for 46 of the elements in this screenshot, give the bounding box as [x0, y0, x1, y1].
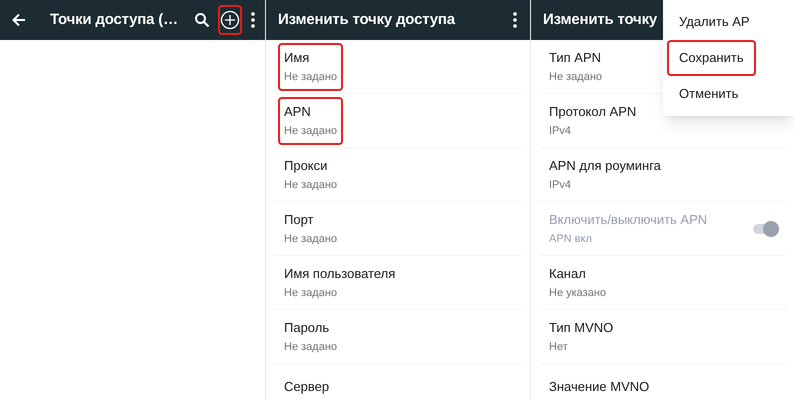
setting-item[interactable]: Имя пользователя Не задано	[278, 258, 402, 306]
setting-title: APN	[284, 102, 312, 120]
setting-title: Пароль	[284, 318, 330, 337]
setting-title: Имя пользователя	[284, 264, 396, 282]
setting-value: Не задано	[549, 70, 602, 85]
toolbar-title: Изменить точку доступа	[278, 10, 455, 30]
setting-value: IPv4	[549, 124, 572, 139]
setting-value: APN вкл	[549, 232, 593, 247]
setting-value: Не задано	[284, 340, 338, 355]
setting-value: Не задано	[284, 124, 338, 139]
setting-item[interactable]: Порт Не задано	[278, 204, 344, 252]
add-icon[interactable]	[218, 5, 242, 35]
setting-value: Нет	[549, 340, 569, 355]
setting-title: Значение MVNO	[549, 378, 650, 396]
setting-value: Не задано	[284, 286, 338, 301]
setting-title: APN для роуминга	[549, 156, 661, 175]
setting-value: Не задано	[284, 178, 338, 193]
setting-value: Не указано	[549, 286, 606, 301]
menu-item[interactable]: Сохранить	[667, 40, 756, 76]
setting-item[interactable]: Тип APN Не задано	[543, 42, 608, 90]
setting-item[interactable]: Протокол APN IPv4	[543, 96, 642, 144]
setting-title: Порт	[284, 210, 314, 229]
setting-title: Протокол APN	[549, 102, 636, 121]
setting-title: Сервер	[284, 378, 330, 396]
setting-title: Прокси	[284, 156, 328, 175]
setting-item[interactable]: Пароль Не задано	[278, 312, 344, 360]
setting-item[interactable]: Сервер	[278, 372, 336, 400]
setting-item[interactable]: Тип MVNO Нет	[543, 312, 620, 360]
setting-value: IPv4	[549, 178, 572, 193]
toolbar-title: Точки доступа (…	[50, 10, 178, 30]
setting-item[interactable]: Значение MVNO	[543, 372, 656, 400]
setting-item[interactable]: Канал Не указано	[543, 258, 612, 306]
setting-title: Имя	[284, 48, 310, 66]
setting-title: Включить/выключить APN	[549, 210, 708, 228]
setting-item[interactable]: Прокси Не задано	[278, 150, 344, 198]
setting-title: Тип MVNO	[549, 318, 614, 336]
menu-item[interactable]: Отменить	[667, 76, 750, 112]
setting-title: Тип APN	[549, 48, 602, 66]
setting-title: Канал	[549, 264, 587, 282]
setting-value: Не задано	[284, 232, 338, 247]
setting-item[interactable]: Имя Не задано	[278, 42, 344, 90]
setting-value: Не задано	[284, 70, 338, 85]
setting-item[interactable]: APN для роуминга IPv4	[543, 150, 667, 198]
menu-item[interactable]: Удалить AP	[667, 4, 762, 40]
setting-item[interactable]: APN Не задано	[278, 96, 344, 144]
toolbar-title: Изменить точку	[543, 10, 658, 30]
